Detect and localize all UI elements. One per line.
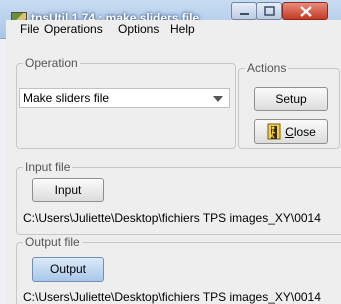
input-button[interactable]: Input — [32, 178, 104, 202]
window-close-button[interactable] — [282, 2, 328, 20]
close-icon — [300, 6, 312, 17]
app-window: tpsUtil 1.74 : make sliders file File Op… — [0, 0, 341, 304]
menu-bar: File Operations Options Help — [6, 20, 341, 38]
menu-options[interactable]: Options — [118, 22, 159, 36]
operation-select[interactable]: Make sliders file — [19, 88, 230, 108]
minimize-button[interactable] — [231, 2, 257, 20]
actions-legend: Actions — [247, 61, 287, 75]
operation-legend: Operation — [25, 56, 78, 70]
operation-select-value: Make sliders file — [23, 91, 110, 105]
menu-operations[interactable]: Operations — [44, 22, 103, 36]
input-file-legend: Input file — [25, 160, 71, 174]
maximize-button[interactable] — [256, 2, 282, 20]
output-file-legend: Output file — [25, 235, 80, 249]
input-button-label: Input — [54, 183, 82, 197]
output-button[interactable]: Output — [32, 257, 104, 282]
close-button-label: Close — [285, 124, 316, 139]
input-file-path: C:\Users\Juliette\Desktop\fichiers TPS i… — [23, 211, 321, 225]
menu-help[interactable]: Help — [170, 22, 195, 36]
exit-door-icon — [267, 123, 281, 140]
chevron-down-icon — [213, 96, 223, 102]
setup-button[interactable]: Setup — [254, 87, 328, 111]
output-button-label: Output — [49, 262, 87, 276]
menu-file[interactable]: File — [20, 22, 39, 36]
maximize-icon — [264, 6, 275, 16]
close-button[interactable]: Close — [254, 119, 328, 144]
setup-button-label: Setup — [275, 92, 307, 106]
output-file-path: C:\Users\Juliette\Desktop\fichiers TPS i… — [23, 290, 321, 304]
minimize-icon — [240, 13, 249, 15]
